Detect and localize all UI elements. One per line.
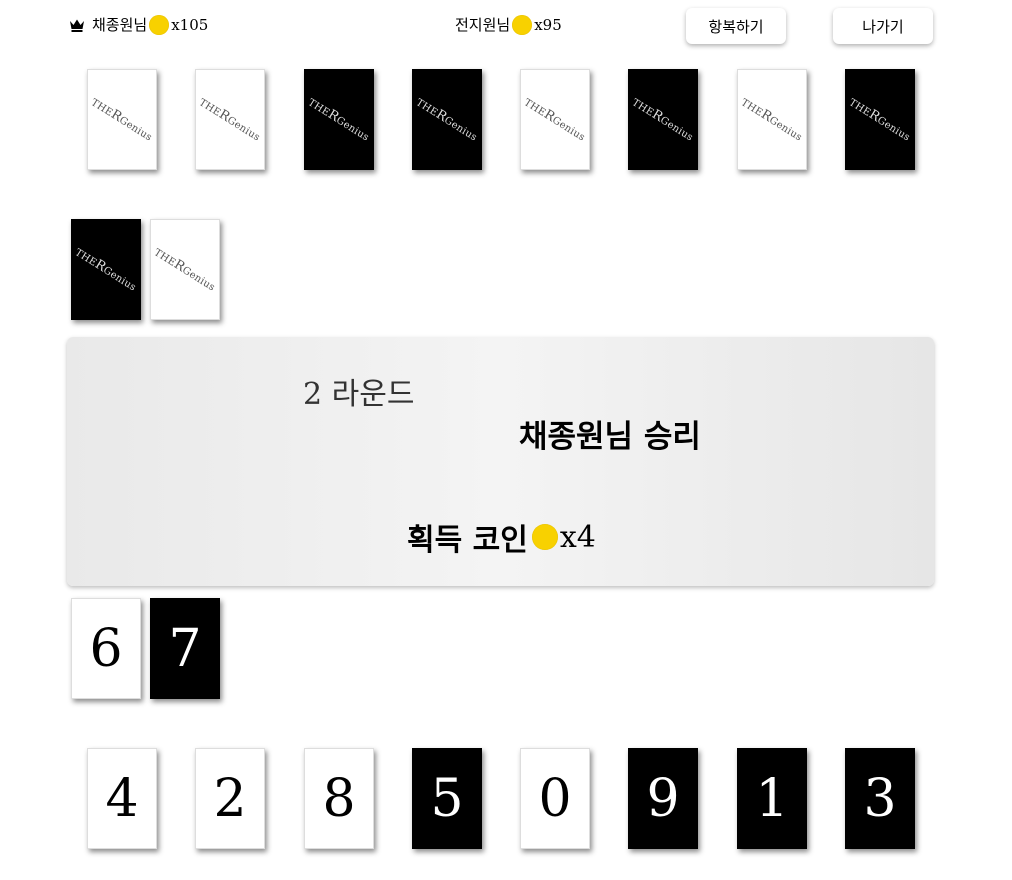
coin-icon <box>531 524 558 550</box>
coin-gain: 획득 코인 x4 <box>407 515 596 559</box>
opponent-played-card-back: THERGenius <box>150 219 220 320</box>
card-number: 1 <box>755 768 789 829</box>
coin-gain-amount: x4 <box>559 519 596 555</box>
genius-logo: THERGenius <box>847 97 912 144</box>
genius-logo: THERGenius <box>152 247 217 294</box>
opponent-hand-card-back: THERGenius <box>195 69 265 170</box>
round-result-panel: 2 라운드 채종원님 승리 획득 코인 x4 <box>67 337 934 586</box>
my-hand-card[interactable]: 3 <box>845 748 915 849</box>
genius-logo: THERGenius <box>739 97 804 144</box>
my-hand-card[interactable]: 5 <box>412 748 482 849</box>
card-number: 6 <box>89 618 123 679</box>
opponent-played-card-back: THERGenius <box>71 219 141 320</box>
my-hand-card[interactable]: 1 <box>737 748 807 849</box>
player1-name: 채종원님 <box>92 16 148 34</box>
card-number: 2 <box>213 768 247 829</box>
my-played-card: 6 <box>71 598 141 699</box>
card-number: 4 <box>105 768 139 829</box>
my-hand-card[interactable]: 4 <box>87 748 157 849</box>
opponent-hand-card-back: THERGenius <box>412 69 482 170</box>
genius-logo: THERGenius <box>522 97 587 144</box>
genius-logo: THERGenius <box>197 97 262 144</box>
surrender-button[interactable]: 항복하기 <box>686 8 786 44</box>
player2-coins: x95 <box>534 15 562 34</box>
opponent-hand-card-back: THERGenius <box>845 69 915 170</box>
opponent-hand-card-back: THERGenius <box>737 69 807 170</box>
coin-icon <box>149 14 170 35</box>
card-number: 5 <box>430 768 464 829</box>
genius-logo: THERGenius <box>89 97 154 144</box>
my-hand-card[interactable]: 0 <box>520 748 590 849</box>
round-label: 2 라운드 <box>303 377 415 412</box>
my-hand-card[interactable]: 2 <box>195 748 265 849</box>
player2-info: 전지원님 x95 <box>455 14 562 35</box>
my-played-card: 7 <box>150 598 220 699</box>
exit-button[interactable]: 나가기 <box>833 8 933 44</box>
winner-label: 채종원님 승리 <box>519 419 701 455</box>
card-number: 3 <box>863 768 897 829</box>
player1-coins: x105 <box>171 15 209 34</box>
card-number: 0 <box>538 768 572 829</box>
opponent-hand-card-back: THERGenius <box>520 69 590 170</box>
coin-icon <box>512 14 533 35</box>
my-hand-card[interactable]: 9 <box>628 748 698 849</box>
opponent-hand-card-back: THERGenius <box>304 69 374 170</box>
card-number: 7 <box>168 618 202 679</box>
player1-info: 채종원님 x105 <box>69 14 208 35</box>
genius-logo: THERGenius <box>414 97 479 144</box>
card-number: 9 <box>646 768 680 829</box>
coin-gain-label: 획득 코인 <box>407 523 528 558</box>
my-hand-card[interactable]: 8 <box>304 748 374 849</box>
genius-logo: THERGenius <box>306 97 371 144</box>
crown-icon <box>70 19 84 32</box>
opponent-hand-card-back: THERGenius <box>87 69 157 170</box>
card-number: 8 <box>322 768 356 829</box>
player2-name: 전지원님 <box>455 16 511 34</box>
genius-logo: THERGenius <box>73 247 138 294</box>
opponent-hand-card-back: THERGenius <box>628 69 698 170</box>
genius-logo: THERGenius <box>630 97 695 144</box>
